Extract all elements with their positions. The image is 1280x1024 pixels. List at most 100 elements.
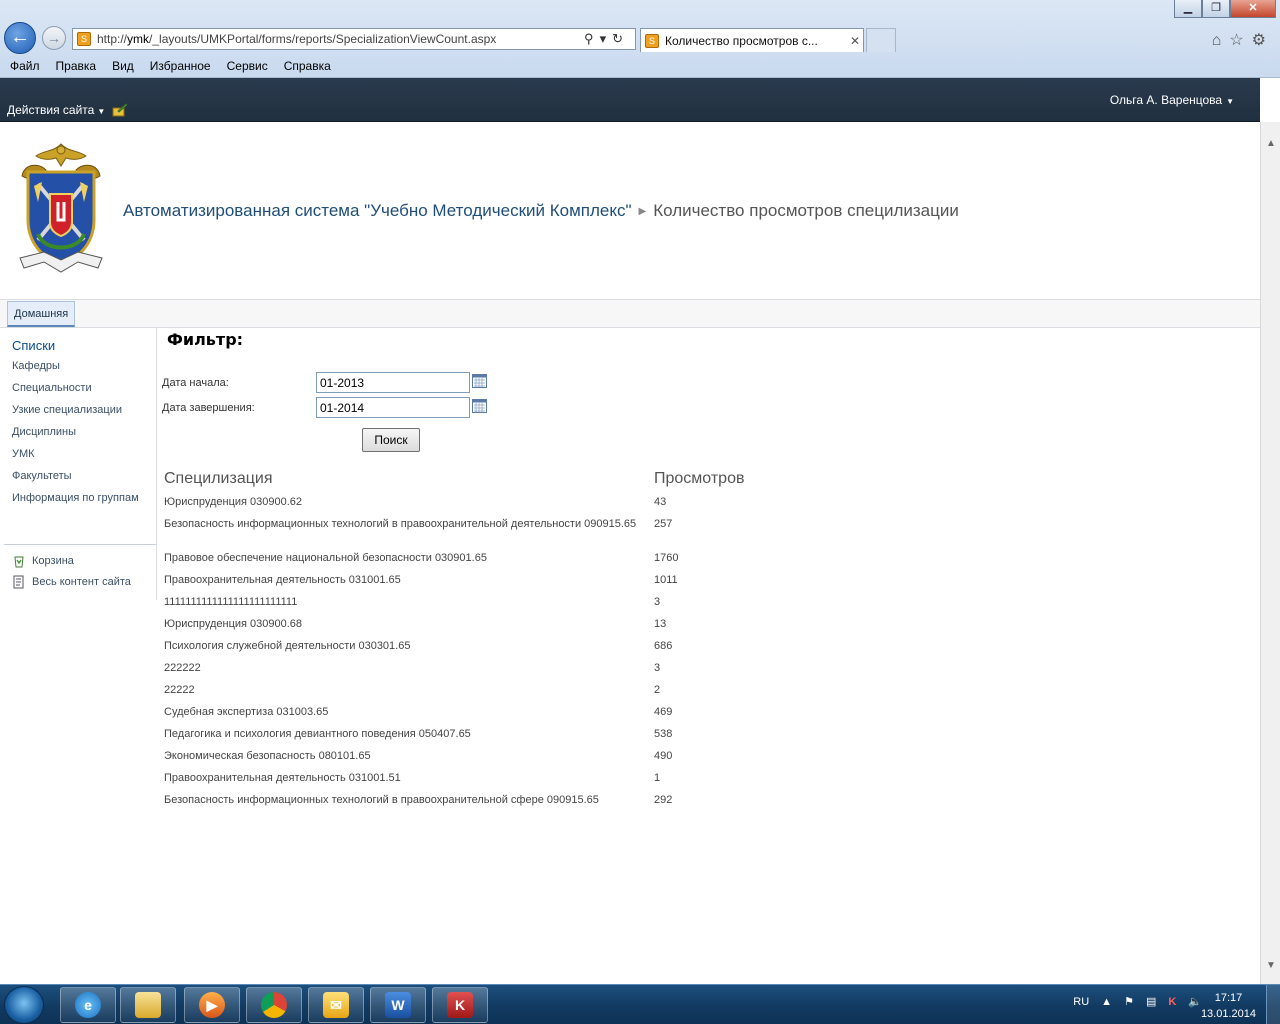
home-icon[interactable]: ⌂: [1212, 32, 1230, 49]
new-tab-button[interactable]: [866, 28, 896, 52]
emblem-logo: [19, 143, 103, 273]
dropdown-icon[interactable]: ▾: [600, 31, 613, 46]
url-host: ymk: [127, 32, 150, 46]
results-header: Специлизация Просмотров: [164, 470, 864, 496]
taskbar-media-player[interactable]: ▶: [184, 987, 240, 1023]
specialization-cell: Психология служебной деятельности 030301…: [164, 640, 411, 652]
vertical-scrollbar[interactable]: ▲ ▼: [1260, 122, 1280, 984]
specialization-cell: 1111111111111111111111111: [164, 596, 298, 608]
menu-item[interactable]: Сервис: [227, 59, 268, 73]
nav-item-umk[interactable]: УМК: [12, 448, 152, 461]
table-row: Правовое обеспечение национальной безопа…: [164, 552, 864, 574]
taskbar-kaspersky[interactable]: K: [432, 987, 488, 1023]
lists-heading[interactable]: Списки: [12, 338, 55, 353]
edit-page-icon[interactable]: [112, 103, 128, 117]
menu-item[interactable]: Вид: [112, 59, 134, 73]
all-content-icon: [13, 575, 24, 589]
calendar-icon[interactable]: [472, 374, 487, 388]
taskbar-outlook[interactable]: ✉: [308, 987, 364, 1023]
specialization-cell: Экономическая безопасность 080101.65: [164, 750, 371, 762]
views-count-cell: 3: [654, 662, 661, 674]
recycle-bin-icon: [14, 556, 24, 568]
scroll-down-icon[interactable]: ▼: [1263, 958, 1279, 974]
nav-item-all-content[interactable]: Весь контент сайта: [12, 575, 131, 589]
views-count-cell: 1011: [654, 574, 678, 586]
back-button[interactable]: ←: [4, 22, 36, 54]
tab-title: Количество просмотров с...: [665, 33, 818, 48]
close-button[interactable]: ✕: [1230, 0, 1276, 18]
language-indicator[interactable]: RU: [1073, 996, 1089, 1008]
action-center-icon[interactable]: ⚑: [1124, 995, 1134, 1008]
folder-icon: [135, 992, 161, 1018]
kaspersky-icon: K: [447, 992, 473, 1018]
specialization-cell: Правовое обеспечение национальной безопа…: [164, 552, 487, 564]
arrow-right-icon: →: [47, 30, 61, 46]
table-row: 222222 3: [164, 662, 864, 684]
breadcrumb-site-link[interactable]: Автоматизированная система "Учебно Метод…: [123, 201, 632, 220]
refresh-icon[interactable]: ↻: [612, 31, 629, 46]
clock[interactable]: 17:17 13.01.2014: [1201, 990, 1256, 1022]
nav-item-narrow-specializations[interactable]: Узкие специализации: [12, 404, 152, 417]
table-row: Правоохранительная деятельность 031001.5…: [164, 772, 864, 794]
specialization-cell: Правоохранительная деятельность 031001.6…: [164, 574, 401, 586]
specialization-cell: Юриспруденция 030900.62: [164, 496, 303, 508]
start-button[interactable]: [4, 986, 44, 1024]
views-count-cell: 686: [654, 640, 673, 652]
address-bar[interactable]: S http://ymk/_layouts/UMKPortal/forms/re…: [72, 28, 636, 50]
user-menu[interactable]: Ольга А. Варенцова ▼: [1110, 93, 1234, 107]
forward-button[interactable]: →: [42, 26, 66, 50]
specialization-cell: Педагогика и психология девиантного пове…: [164, 728, 471, 740]
views-count-cell: 469: [654, 706, 673, 718]
views-count-cell: 2: [654, 684, 661, 696]
volume-icon[interactable]: 🔈: [1188, 995, 1202, 1008]
table-row: Правоохранительная деятельность 031001.6…: [164, 574, 864, 596]
nav-item-departments[interactable]: Кафедры: [12, 360, 152, 373]
table-row: Юриспруденция 030900.68 13: [164, 618, 864, 640]
nav-item-group-info[interactable]: Информация по группам: [12, 492, 152, 505]
lists-nav: Кафедры Специальности Узкие специализаци…: [12, 360, 152, 514]
restore-button[interactable]: ❐: [1202, 0, 1230, 18]
favorites-star-icon[interactable]: ☆: [1229, 32, 1251, 49]
minimize-button[interactable]: ▁: [1174, 0, 1202, 18]
address-url[interactable]: http://ymk/_layouts/UMKPortal/forms/repo…: [97, 32, 584, 46]
table-row: 22222 2: [164, 684, 864, 706]
views-count-cell: 257: [654, 518, 673, 530]
nav-item-specialties[interactable]: Специальности: [12, 382, 152, 395]
specialization-cell: Юриспруденция 030900.68: [164, 618, 303, 630]
tray-expand-icon[interactable]: ▲: [1101, 996, 1112, 1008]
site-actions-menu[interactable]: Действия сайта ▼: [7, 103, 105, 117]
start-date-input[interactable]: [316, 372, 470, 393]
start-date-label: Дата начала:: [162, 377, 229, 389]
show-desktop-button[interactable]: [1266, 985, 1280, 1024]
kaspersky-tray-icon[interactable]: K: [1168, 996, 1176, 1008]
nav-item-faculties[interactable]: Факультеты: [12, 470, 152, 483]
end-date-input[interactable]: [316, 397, 470, 418]
taskbar-chrome[interactable]: [246, 987, 302, 1023]
taskbar-word[interactable]: W: [370, 987, 426, 1023]
url-prefix: http://: [97, 32, 128, 46]
specialization-cell: Судебная экспертиза 031003.65: [164, 706, 329, 718]
taskbar-internet-explorer[interactable]: e: [60, 987, 116, 1023]
search-icon[interactable]: ⚲: [584, 31, 600, 46]
menu-item[interactable]: Правка: [56, 59, 97, 73]
tab-home[interactable]: Домашняя: [7, 301, 76, 327]
nav-item-recycle-bin[interactable]: Корзина: [12, 554, 131, 568]
browser-tab-active[interactable]: S Количество просмотров с... ✕: [640, 28, 864, 52]
table-row: Психология служебной деятельности 030301…: [164, 640, 864, 662]
network-icon[interactable]: ▤: [1146, 995, 1156, 1008]
menu-item[interactable]: Избранное: [150, 59, 211, 73]
taskbar-file-explorer[interactable]: [120, 987, 176, 1023]
settings-gear-icon[interactable]: ⚙: [1252, 32, 1274, 49]
calendar-icon[interactable]: [472, 399, 487, 413]
menu-item[interactable]: Файл: [10, 59, 40, 73]
user-name: Ольга А. Варенцова: [1109, 93, 1223, 107]
chevron-down-icon: ▼: [97, 107, 106, 116]
all-content-label: Весь контент сайта: [32, 576, 131, 588]
results-table: Специлизация Просмотров Юриспруденция 03…: [164, 470, 864, 828]
scroll-up-icon[interactable]: ▲: [1263, 136, 1279, 152]
browser-toolbar-icons: ⌂☆⚙: [1212, 30, 1274, 50]
menu-item[interactable]: Справка: [284, 59, 331, 73]
nav-item-disciplines[interactable]: Дисциплины: [12, 426, 152, 439]
search-button[interactable]: Поиск: [362, 428, 420, 452]
tab-close-icon[interactable]: ✕: [847, 34, 863, 48]
